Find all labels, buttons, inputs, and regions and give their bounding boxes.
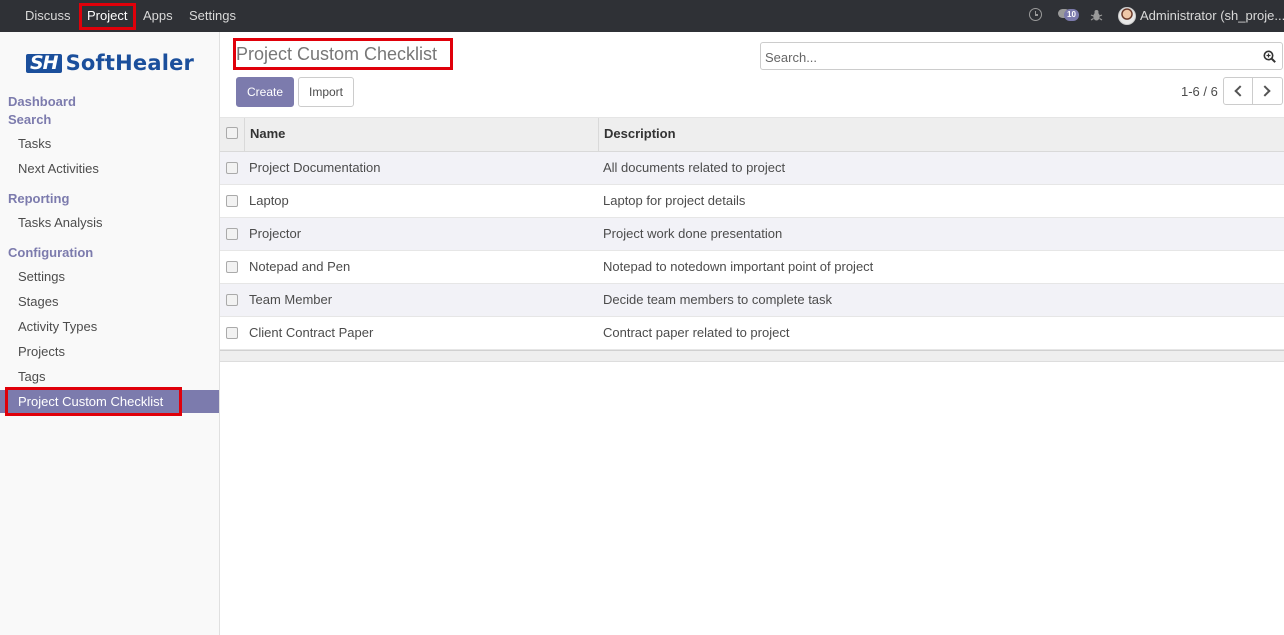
content-area <box>220 362 1284 635</box>
table-row[interactable]: Project Documentation All documents rela… <box>220 152 1284 185</box>
message-count-badge: 10 <box>1064 9 1079 21</box>
row-checkbox[interactable] <box>226 195 238 207</box>
pager-next-button[interactable] <box>1253 77 1283 105</box>
highlight-box-title <box>233 38 453 70</box>
highlight-box-project <box>79 3 136 30</box>
sidebar-section-reporting[interactable]: Reporting <box>8 191 69 206</box>
table-row[interactable]: Notepad and Pen Notepad to notedown impo… <box>220 251 1284 284</box>
row-checkbox[interactable] <box>226 261 238 273</box>
cell-name: Projector <box>249 226 302 241</box>
search-input[interactable] <box>765 47 1245 67</box>
row-checkbox[interactable] <box>226 327 238 339</box>
table-row[interactable]: Client Contract Paper Contract paper rel… <box>220 317 1284 350</box>
sidebar-section-search[interactable]: Search <box>8 112 51 127</box>
softhealer-logo[interactable]: SH SoftHealer <box>26 50 194 76</box>
cell-description: Decide team members to complete task <box>603 292 833 307</box>
row-checkbox[interactable] <box>226 294 238 306</box>
column-header-name[interactable]: Name <box>250 118 285 152</box>
menu-discuss[interactable]: Discuss <box>25 0 71 32</box>
sidebar-item-tasks-analysis[interactable]: Tasks Analysis <box>18 215 103 230</box>
sidebar-item-tags[interactable]: Tags <box>18 369 45 384</box>
list-table: Name Description Project Documentation A… <box>220 118 1284 362</box>
sidebar-section-configuration[interactable]: Configuration <box>8 245 93 260</box>
table-header: Name Description <box>220 118 1284 152</box>
pager-previous-button[interactable] <box>1223 77 1253 105</box>
cell-description: All documents related to project <box>603 160 786 175</box>
table-footer <box>220 350 1284 362</box>
clock-icon[interactable] <box>1029 8 1042 21</box>
bug-icon[interactable] <box>1090 9 1103 22</box>
cell-description: Notepad to notedown important point of p… <box>603 259 874 274</box>
cell-name: Team Member <box>249 292 333 307</box>
sidebar-item-settings[interactable]: Settings <box>18 269 65 284</box>
logo-mark: SH <box>26 53 62 73</box>
cell-description: Contract paper related to project <box>603 325 790 340</box>
table-row[interactable]: Projector Project work done presentation <box>220 218 1284 251</box>
highlight-box-menu <box>5 387 182 416</box>
table-row[interactable]: Laptop Laptop for project details <box>220 185 1284 218</box>
control-panel: Project Custom Checklist Create Import 1… <box>220 32 1284 118</box>
sidebar-item-projects[interactable]: Projects <box>18 344 65 359</box>
sidebar-item-activity-types[interactable]: Activity Types <box>18 319 97 334</box>
column-divider <box>598 118 599 152</box>
sidebar-item-tasks[interactable]: Tasks <box>18 136 51 151</box>
import-button[interactable]: Import <box>298 77 354 107</box>
cell-description: Laptop for project details <box>603 193 746 208</box>
user-menu[interactable]: Administrator (sh_proje... <box>1140 0 1284 32</box>
cell-name: Notepad and Pen <box>249 259 351 274</box>
logo-text: SoftHealer <box>65 51 195 75</box>
top-navbar: Discuss Project Apps Settings 10 Adminis… <box>0 0 1284 32</box>
sidebar-item-next-activities[interactable]: Next Activities <box>18 161 99 176</box>
create-button[interactable]: Create <box>236 77 294 107</box>
sidebar-item-stages[interactable]: Stages <box>18 294 58 309</box>
table-row[interactable]: Team Member Decide team members to compl… <box>220 284 1284 317</box>
cell-name: Client Contract Paper <box>249 325 374 340</box>
cell-name: Laptop <box>249 193 289 208</box>
column-divider <box>244 118 245 152</box>
cell-description: Project work done presentation <box>603 226 783 241</box>
cell-name: Project Documentation <box>249 160 381 175</box>
pager-value[interactable]: 1-6 / 6 <box>1181 84 1218 99</box>
chevron-right-icon <box>1259 85 1271 97</box>
row-checkbox[interactable] <box>226 228 238 240</box>
search-icon[interactable] <box>1263 50 1276 63</box>
sidebar: SH SoftHealer Dashboard Search Tasks Nex… <box>0 32 220 635</box>
menu-settings[interactable]: Settings <box>189 0 236 32</box>
chevron-left-icon <box>1234 85 1246 97</box>
sidebar-section-dashboard[interactable]: Dashboard <box>8 94 76 109</box>
select-all-checkbox[interactable] <box>226 127 238 139</box>
search-box <box>760 42 1283 70</box>
user-avatar[interactable] <box>1118 7 1136 25</box>
column-header-description[interactable]: Description <box>604 118 676 152</box>
row-checkbox[interactable] <box>226 162 238 174</box>
menu-apps[interactable]: Apps <box>143 0 173 32</box>
